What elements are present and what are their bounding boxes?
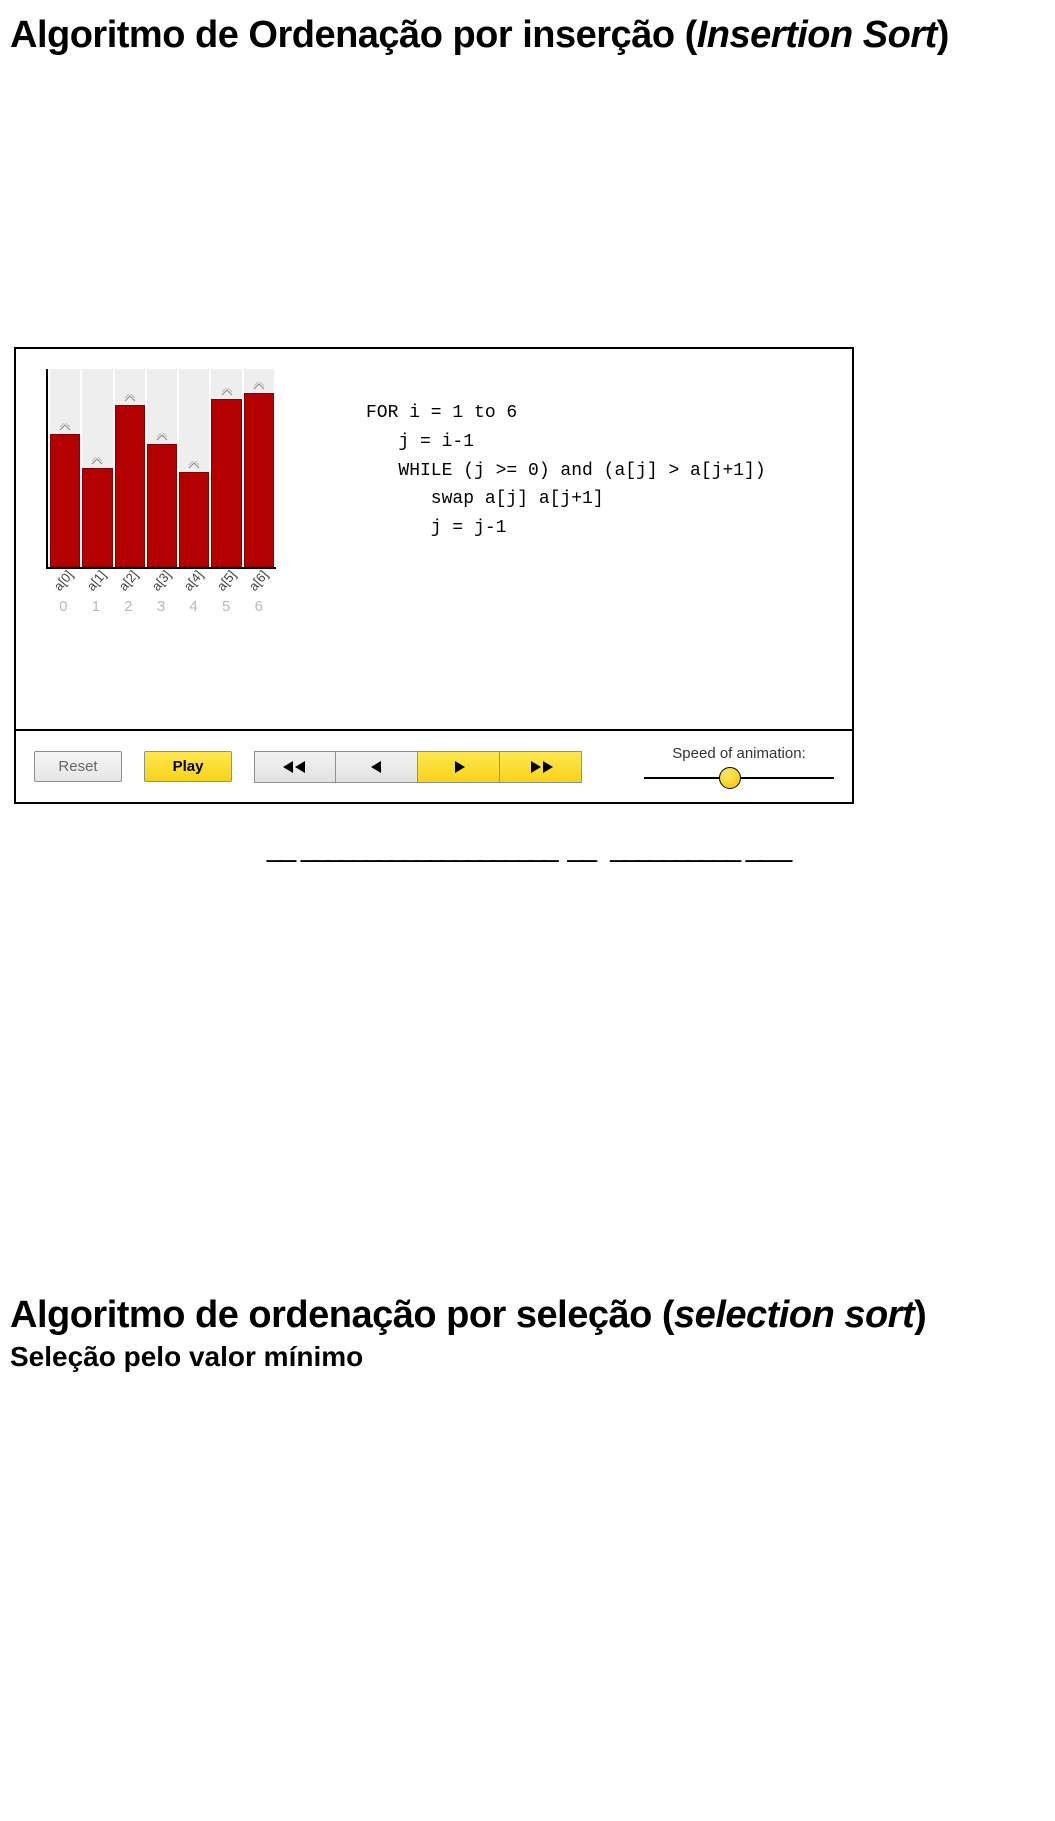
- heading-insertion-sort-text: Algoritmo de Ordenação por inserção (: [10, 14, 697, 56]
- bar-slider-6[interactable]: [244, 369, 274, 567]
- bar-5: [211, 399, 241, 567]
- step-rewind-button[interactable]: [254, 751, 336, 783]
- bar-slider-5[interactable]: [211, 369, 241, 567]
- bar-index: 0: [48, 598, 79, 615]
- bar-handle-icon[interactable]: [124, 389, 136, 397]
- speed-control: Speed of animation:: [644, 745, 834, 788]
- speed-slider-thumb[interactable]: [719, 767, 741, 789]
- heading-insertion-sort-ital: Insertion Sort: [697, 14, 937, 56]
- step-fastforward-button[interactable]: [500, 751, 582, 783]
- speed-slider[interactable]: [644, 768, 834, 788]
- bar-handle-icon[interactable]: [188, 456, 200, 464]
- heading-selection-sort-text: Algoritmo de ordenação por seleção (: [10, 1294, 674, 1336]
- array-bar-chart: a[0]a[1]a[2]a[3]a[4]a[5]a[6] 0123456: [46, 369, 296, 615]
- bar-3: [147, 444, 177, 567]
- bar-handle-icon[interactable]: [156, 428, 168, 436]
- bar-index: 3: [146, 598, 177, 615]
- heading-insertion-sort: Algoritmo de Ordenação por inserção (Ins…: [10, 14, 1045, 57]
- bar-6: [244, 393, 274, 567]
- bar-handle-icon[interactable]: [91, 452, 103, 460]
- controls-bar: Reset Play Speed of animation:: [16, 729, 852, 802]
- heading-selection-sort-ital: selection sort: [674, 1294, 914, 1336]
- bar-index: 2: [113, 598, 144, 615]
- bar-slider-2[interactable]: [115, 369, 145, 567]
- bar-slider-0[interactable]: [50, 369, 80, 567]
- bar-index: 5: [211, 598, 242, 615]
- bar-4: [179, 472, 209, 567]
- pseudocode-block: FOR i = 1 to 6 j = i-1 WHILE (j >= 0) an…: [366, 399, 766, 543]
- bar-handle-icon[interactable]: [59, 418, 71, 426]
- heading-insertion-sort-close: ): [937, 14, 949, 56]
- insertion-sort-widget: a[0]a[1]a[2]a[3]a[4]a[5]a[6] 0123456 FOR…: [14, 347, 854, 804]
- bar-index: 4: [178, 598, 209, 615]
- bar-slider-3[interactable]: [147, 369, 177, 567]
- heading-selection-sort-close: ): [914, 1294, 926, 1336]
- bar-1: [82, 468, 112, 567]
- bar-0: [50, 434, 80, 567]
- play-button[interactable]: Play: [144, 751, 232, 782]
- subheading-min-selection: Seleção pelo valor mínimo: [10, 1341, 1045, 1373]
- step-back-button[interactable]: [336, 751, 418, 783]
- figure-caption-placeholder: __ ____________________ __ __________ __…: [10, 830, 1045, 864]
- bar-slider-4[interactable]: [179, 369, 209, 567]
- heading-selection-sort: Algoritmo de ordenação por seleção (sele…: [10, 1294, 1045, 1337]
- step-nav-group: [254, 751, 582, 783]
- step-forward-button[interactable]: [418, 751, 500, 783]
- bar-index: 1: [81, 598, 112, 615]
- bar-handle-icon[interactable]: [221, 383, 233, 391]
- speed-label: Speed of animation:: [644, 745, 834, 762]
- reset-button[interactable]: Reset: [34, 751, 122, 782]
- bar-2: [115, 405, 145, 567]
- bar-slider-1[interactable]: [82, 369, 112, 567]
- bar-index: 6: [243, 598, 274, 615]
- bar-handle-icon[interactable]: [253, 377, 265, 385]
